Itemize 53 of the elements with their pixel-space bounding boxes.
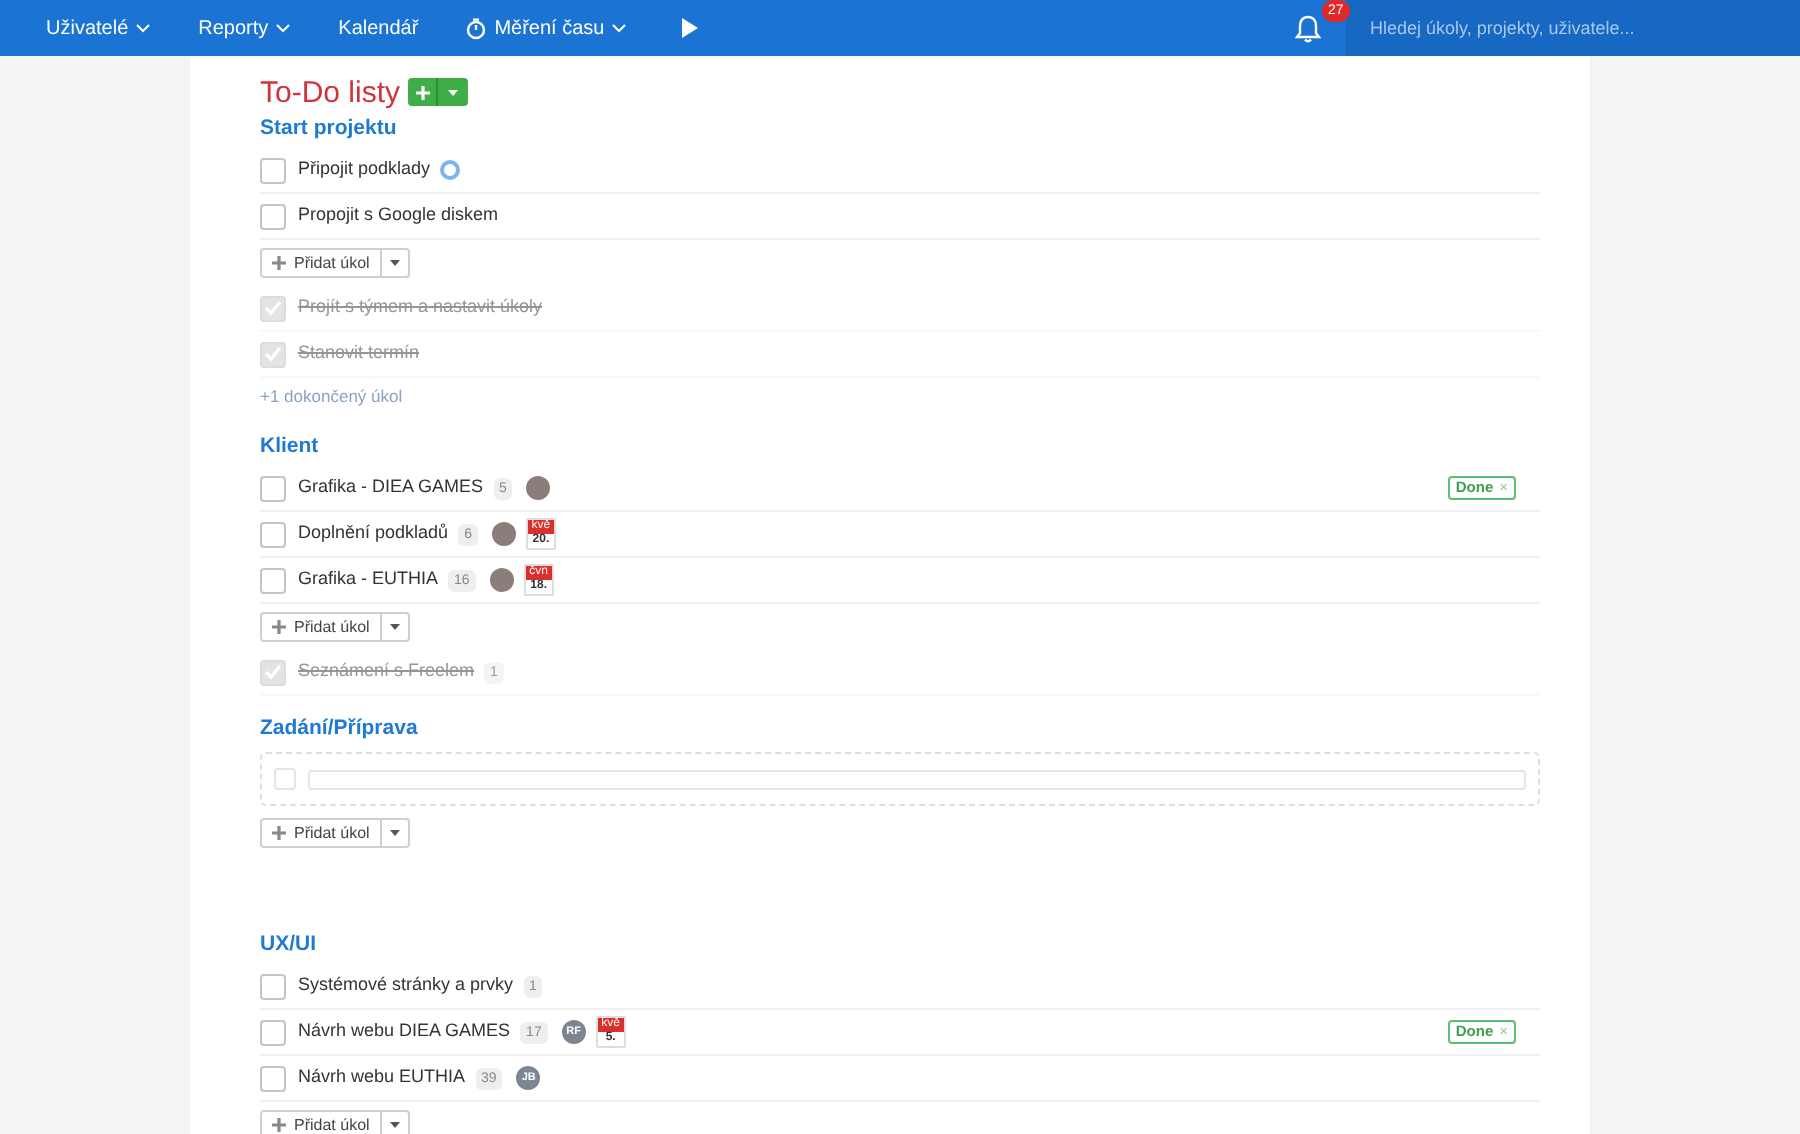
task-title[interactable]: Připojit podklady [298, 156, 431, 184]
search-field[interactable]: Hledej úkoly, projekty, uživatele... [1346, 0, 1800, 56]
caret-icon [389, 624, 400, 630]
list-title: Start projektu [260, 114, 399, 145]
notifications-button[interactable] [1294, 12, 1322, 44]
add-task-button[interactable]: Přidat úkol [260, 248, 410, 278]
task-title[interactable]: Systémové stránky a prvky [298, 972, 514, 1000]
nav-menu-item[interactable]: Kalendář [338, 0, 419, 56]
avatar-photo-placeholder [491, 522, 516, 546]
list-title: UX/UI [260, 930, 319, 961]
add-task-button[interactable]: Přidat úkol [260, 818, 410, 848]
checkbox[interactable] [260, 973, 286, 999]
play-icon [682, 18, 699, 38]
caret-icon [389, 1122, 400, 1128]
checkbox[interactable] [260, 475, 286, 501]
checkbox[interactable] [260, 659, 286, 685]
nav-menu-item[interactable]: Měření času [466, 0, 627, 56]
checkbox[interactable] [260, 341, 286, 367]
checkbox[interactable] [260, 1065, 286, 1091]
task-title[interactable]: Doplnění podkladů [298, 520, 449, 548]
list-title: Zadání/Příprava [260, 714, 420, 745]
page-title: To-Do listy [260, 77, 401, 107]
checkbox[interactable] [274, 768, 296, 790]
task-title[interactable]: Návrh webu EUTHIA [298, 1064, 466, 1092]
avatar-photo-placeholder [489, 568, 514, 592]
list-title: Klient [260, 432, 321, 463]
checkbox[interactable] [260, 157, 286, 183]
bell-icon [1294, 13, 1322, 43]
nav-menu-item[interactable]: Reporty [198, 0, 291, 56]
add-list-button[interactable] [408, 78, 469, 106]
caret-icon [389, 260, 400, 266]
checkbox[interactable] [260, 203, 286, 229]
stopwatch-icon [466, 17, 487, 39]
checkbox[interactable] [260, 1019, 286, 1045]
checkbox[interactable] [260, 521, 286, 547]
task-input-field[interactable] [308, 769, 1526, 789]
task-title[interactable]: Návrh webu DIEA GAMES [298, 1018, 511, 1046]
plus-icon [272, 1118, 286, 1132]
plus-icon [415, 85, 430, 99]
task-title[interactable]: Grafika - DIEA GAMES [298, 474, 484, 502]
add-task-button[interactable]: Přidat úkol [260, 612, 410, 642]
plus-icon [272, 826, 286, 840]
plus-icon [272, 620, 286, 634]
avatar-photo-placeholder [526, 476, 551, 500]
task-title[interactable]: Grafika - EUTHIA [298, 566, 439, 594]
checkbox[interactable] [260, 567, 286, 593]
caret-icon [448, 89, 459, 95]
task-title[interactable]: Propojit s Google diskem [298, 202, 499, 230]
plus-icon [272, 256, 286, 270]
add-task-button[interactable]: Přidat úkol [260, 1110, 410, 1134]
nav-menu-item[interactable]: Uživatelé [46, 0, 151, 56]
caret-icon [389, 830, 400, 836]
checkbox[interactable] [260, 295, 286, 321]
